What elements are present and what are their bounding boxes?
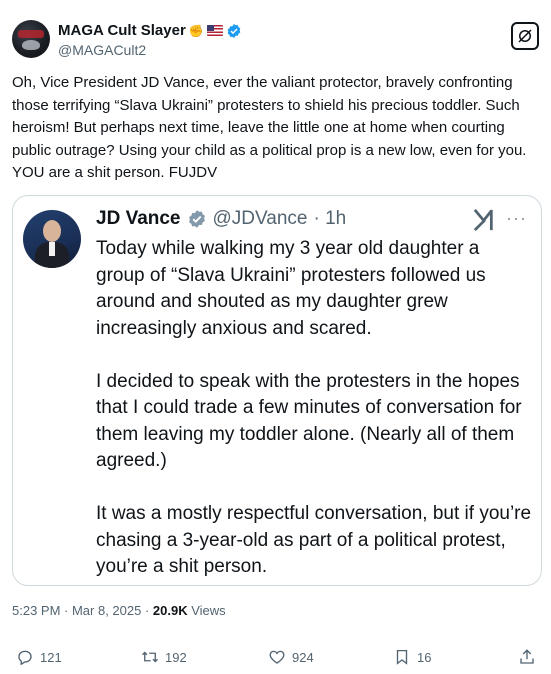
reply-button[interactable]: 121 bbox=[16, 648, 62, 666]
author-avatar[interactable] bbox=[12, 20, 50, 58]
tweet-meta: 5:23 PM · Mar 8, 2025 · 20.9K Views bbox=[12, 603, 226, 618]
grok-icon[interactable] bbox=[511, 22, 539, 50]
author-handle[interactable]: @MAGACult2 bbox=[58, 42, 146, 58]
repost-count: 192 bbox=[165, 649, 187, 665]
share-button[interactable] bbox=[518, 648, 536, 666]
author-name-row: MAGA Cult Slayer ✊ bbox=[58, 22, 242, 39]
bookmark-icon bbox=[396, 649, 408, 665]
heart-icon bbox=[269, 650, 285, 664]
quoted-author-handle[interactable]: @JDVance bbox=[213, 208, 308, 230]
quoted-paragraph: It was a mostly respectful conversation,… bbox=[96, 503, 532, 577]
reply-icon bbox=[18, 650, 32, 666]
views-count: 20.9K bbox=[152, 603, 188, 618]
tweet-header: MAGA Cult Slayer ✊ @MAGACult2 bbox=[12, 14, 539, 62]
author-display-name[interactable]: MAGA Cult Slayer bbox=[58, 22, 186, 39]
verified-badge-icon bbox=[227, 23, 241, 38]
quoted-paragraph: I decided to speak with the protesters i… bbox=[96, 370, 522, 472]
quoted-tweet-header: JD Vance @JDVance · 1h bbox=[96, 208, 346, 230]
more-options-icon[interactable]: ··· bbox=[506, 208, 527, 229]
repost-icon bbox=[142, 651, 158, 663]
hand-raised-fist-emoji: ✊ bbox=[188, 23, 204, 38]
quoted-tweet[interactable]: JD Vance @JDVance · 1h ··· Today while w… bbox=[12, 195, 542, 586]
quoted-paragraph: Today while walking my 3 year old daught… bbox=[96, 238, 486, 339]
x-logo-icon bbox=[473, 209, 493, 232]
quoted-tweet-text: Today while walking my 3 year old daught… bbox=[96, 236, 532, 585]
reply-count: 121 bbox=[40, 649, 62, 665]
quoted-author-name[interactable]: JD Vance bbox=[96, 208, 181, 230]
quoted-tweet-time[interactable]: · 1h bbox=[313, 208, 346, 230]
repost-button[interactable]: 192 bbox=[141, 648, 187, 666]
gray-verified-badge-icon bbox=[188, 210, 205, 228]
bookmark-count: 16 bbox=[417, 649, 432, 665]
like-button[interactable]: 924 bbox=[268, 648, 314, 666]
share-icon bbox=[520, 649, 534, 664]
us-flag-emoji bbox=[206, 25, 223, 36]
tweet-timestamp[interactable]: 5:23 PM · Mar 8, 2025 · bbox=[12, 603, 153, 618]
bookmark-button[interactable]: 16 bbox=[393, 648, 431, 666]
action-bar: 121 192 924 16 bbox=[0, 648, 551, 670]
quoted-author-avatar[interactable] bbox=[23, 210, 81, 268]
views-label: Views bbox=[187, 603, 226, 618]
like-count: 924 bbox=[292, 649, 314, 665]
tweet-text: Oh, Vice President JD Vance, ever the va… bbox=[12, 74, 527, 181]
